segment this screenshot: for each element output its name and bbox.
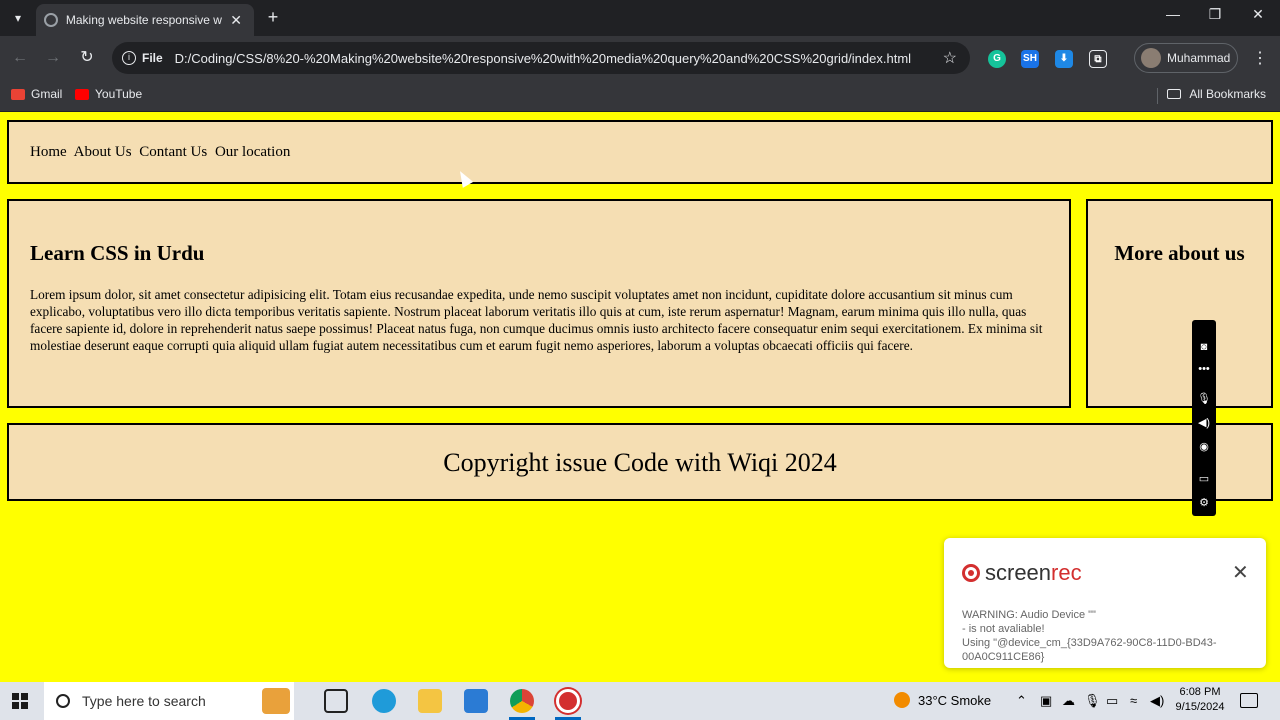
webcam-icon[interactable]: ◉ bbox=[1196, 440, 1212, 454]
taskbar-search-box[interactable]: Type here to search bbox=[44, 682, 294, 720]
nav-link-location[interactable]: Our location bbox=[215, 144, 290, 160]
tray-app-icon[interactable]: ▣ bbox=[1040, 693, 1052, 709]
footer-box: Copyright issue Code with Wiqi 2024 bbox=[7, 423, 1273, 501]
all-bookmarks-button[interactable]: All Bookmarks bbox=[1167, 87, 1266, 101]
nav-link-contact[interactable]: Contant Us bbox=[139, 144, 207, 160]
chrome-icon[interactable] bbox=[510, 689, 534, 713]
download-extension-icon[interactable]: ⬇ bbox=[1055, 50, 1073, 68]
avatar bbox=[1141, 48, 1161, 68]
windows-taskbar: Type here to search 33°C Smoke ⌃ ▣ ☁ 🎙 ▭… bbox=[0, 682, 1280, 720]
wifi-icon[interactable]: ≈ bbox=[1130, 693, 1137, 708]
nav-box: Home About Us Contant Us Our location bbox=[7, 120, 1273, 184]
notification-icon[interactable] bbox=[1240, 693, 1258, 708]
edge-icon[interactable] bbox=[372, 689, 396, 713]
footer-copyright: Copyright issue Code with Wiqi 2024 bbox=[443, 448, 837, 477]
screenrec-popup: screenrec ✕ WARNING: Audio Device "" - i… bbox=[944, 538, 1266, 668]
brand-accent: rec bbox=[1051, 560, 1082, 585]
url-text[interactable]: D:/Coding/CSS/8%20-%20Making%20website%2… bbox=[175, 51, 915, 66]
window-close-button[interactable]: ✕ bbox=[1243, 6, 1273, 23]
dots-icon[interactable]: ••• bbox=[1196, 362, 1212, 376]
sh-extension-icon[interactable]: SH bbox=[1021, 50, 1039, 68]
main-content-box: Learn CSS in Urdu Lorem ipsum dolor, sit… bbox=[7, 199, 1071, 408]
microphone-icon[interactable]: 🎙 bbox=[1196, 392, 1212, 406]
bookmark-label: Gmail bbox=[31, 87, 63, 101]
vscode-icon[interactable] bbox=[464, 689, 488, 713]
browser-tab-bar: ▾ Making website responsive with ✕ + — ❐… bbox=[0, 0, 1280, 36]
minimize-button[interactable]: — bbox=[1158, 6, 1188, 22]
bookmark-label: YouTube bbox=[95, 87, 143, 101]
weather-text[interactable]: 33°C Smoke bbox=[918, 693, 991, 708]
task-view-icon[interactable] bbox=[324, 689, 348, 713]
nav-link-home[interactable]: Home bbox=[30, 144, 67, 160]
address-bar[interactable]: i File D:/Coding/CSS/8%20-%20Making%20we… bbox=[112, 42, 970, 74]
tab-search-button[interactable]: ▾ bbox=[6, 6, 30, 30]
screenrec-wordmark: screenrec bbox=[985, 560, 1082, 586]
nav-links: Home About Us Contant Us Our location bbox=[30, 144, 294, 161]
speaker-icon[interactable]: ◀) bbox=[1196, 416, 1212, 430]
site-info-icon[interactable]: i bbox=[122, 51, 136, 65]
browser-toolbar: ← → ↻ i File D:/Coding/CSS/8%20-%20Makin… bbox=[0, 36, 1280, 80]
clock-time: 6:08 PM bbox=[1179, 686, 1221, 698]
sidebar-box: More about us bbox=[1086, 199, 1273, 408]
grammarly-icon[interactable]: G bbox=[988, 50, 1006, 68]
chevron-up-icon[interactable]: ⌃ bbox=[1016, 693, 1027, 709]
folder-icon bbox=[1167, 89, 1182, 99]
screenrec-taskbar-icon[interactable] bbox=[556, 689, 580, 713]
tray-mic-icon[interactable]: 🎙 bbox=[1084, 693, 1101, 709]
popup-close-button[interactable]: ✕ bbox=[1232, 560, 1249, 585]
main-paragraph: Lorem ipsum dolor, sit amet consectetur … bbox=[30, 287, 1043, 353]
windows-start-icon[interactable] bbox=[12, 693, 28, 709]
main-heading: Learn CSS in Urdu bbox=[30, 241, 205, 265]
nav-link-about[interactable]: About Us bbox=[74, 144, 132, 160]
clock-date: 9/15/2024 bbox=[1175, 701, 1225, 713]
all-bookmarks-label: All Bookmarks bbox=[1189, 87, 1266, 101]
address-scheme-chip: File bbox=[142, 51, 163, 65]
search-icon bbox=[56, 694, 70, 708]
window-icon[interactable]: ▭ bbox=[1196, 472, 1212, 486]
globe-icon bbox=[44, 13, 58, 27]
forward-button[interactable]: → bbox=[41, 46, 65, 70]
file-explorer-icon[interactable] bbox=[418, 689, 442, 713]
tab-close-button[interactable]: ✕ bbox=[226, 12, 246, 29]
settings-icon[interactable]: ⚙ bbox=[1196, 496, 1212, 510]
reload-button[interactable]: ↻ bbox=[75, 46, 99, 70]
tab-title: Making website responsive with bbox=[65, 13, 223, 27]
camera-icon[interactable]: ◙ bbox=[1196, 340, 1212, 354]
screenrec-logo: screenrec bbox=[962, 560, 1082, 586]
bookmark-star-icon[interactable]: ☆ bbox=[943, 48, 957, 68]
puzzle-icon[interactable]: ⧉ bbox=[1089, 50, 1107, 68]
restore-button[interactable]: ❐ bbox=[1200, 6, 1230, 23]
browser-tab[interactable]: Making website responsive with ✕ bbox=[36, 4, 254, 36]
taskbar-clock[interactable]: 6:08 PM 9/15/2024 bbox=[1166, 685, 1234, 715]
menu-kebab-icon[interactable]: ⋮ bbox=[1252, 48, 1268, 68]
profile-button[interactable]: Muhammad bbox=[1134, 43, 1238, 73]
volume-icon[interactable]: ◀) bbox=[1150, 693, 1164, 709]
bookmarks-bar: Gmail YouTube All Bookmarks bbox=[0, 80, 1280, 112]
search-highlight-icon bbox=[262, 688, 290, 714]
back-button[interactable]: ← bbox=[8, 46, 32, 70]
search-placeholder: Type here to search bbox=[82, 693, 206, 709]
gmail-icon bbox=[11, 88, 25, 100]
recorder-toolbar: ◙ ••• 🎙 ◀) ◉ ▭ ⚙ bbox=[1192, 320, 1216, 516]
tray-cloud-icon[interactable]: ☁ bbox=[1062, 693, 1075, 709]
weather-icon[interactable] bbox=[894, 692, 910, 708]
sidebar-heading: More about us bbox=[1114, 241, 1245, 265]
audio-warning-text: WARNING: Audio Device "" - is not avalia… bbox=[962, 609, 1217, 663]
battery-icon[interactable]: ▭ bbox=[1106, 693, 1118, 709]
bookmark-youtube[interactable]: YouTube bbox=[75, 87, 142, 101]
youtube-icon bbox=[75, 88, 89, 100]
bookmark-gmail[interactable]: Gmail bbox=[11, 87, 62, 101]
new-tab-button[interactable]: + bbox=[262, 6, 284, 28]
record-icon bbox=[962, 564, 980, 582]
bookmarks-divider bbox=[1157, 88, 1158, 104]
profile-name: Muhammad bbox=[1167, 51, 1231, 65]
brand-plain: screen bbox=[985, 560, 1052, 585]
